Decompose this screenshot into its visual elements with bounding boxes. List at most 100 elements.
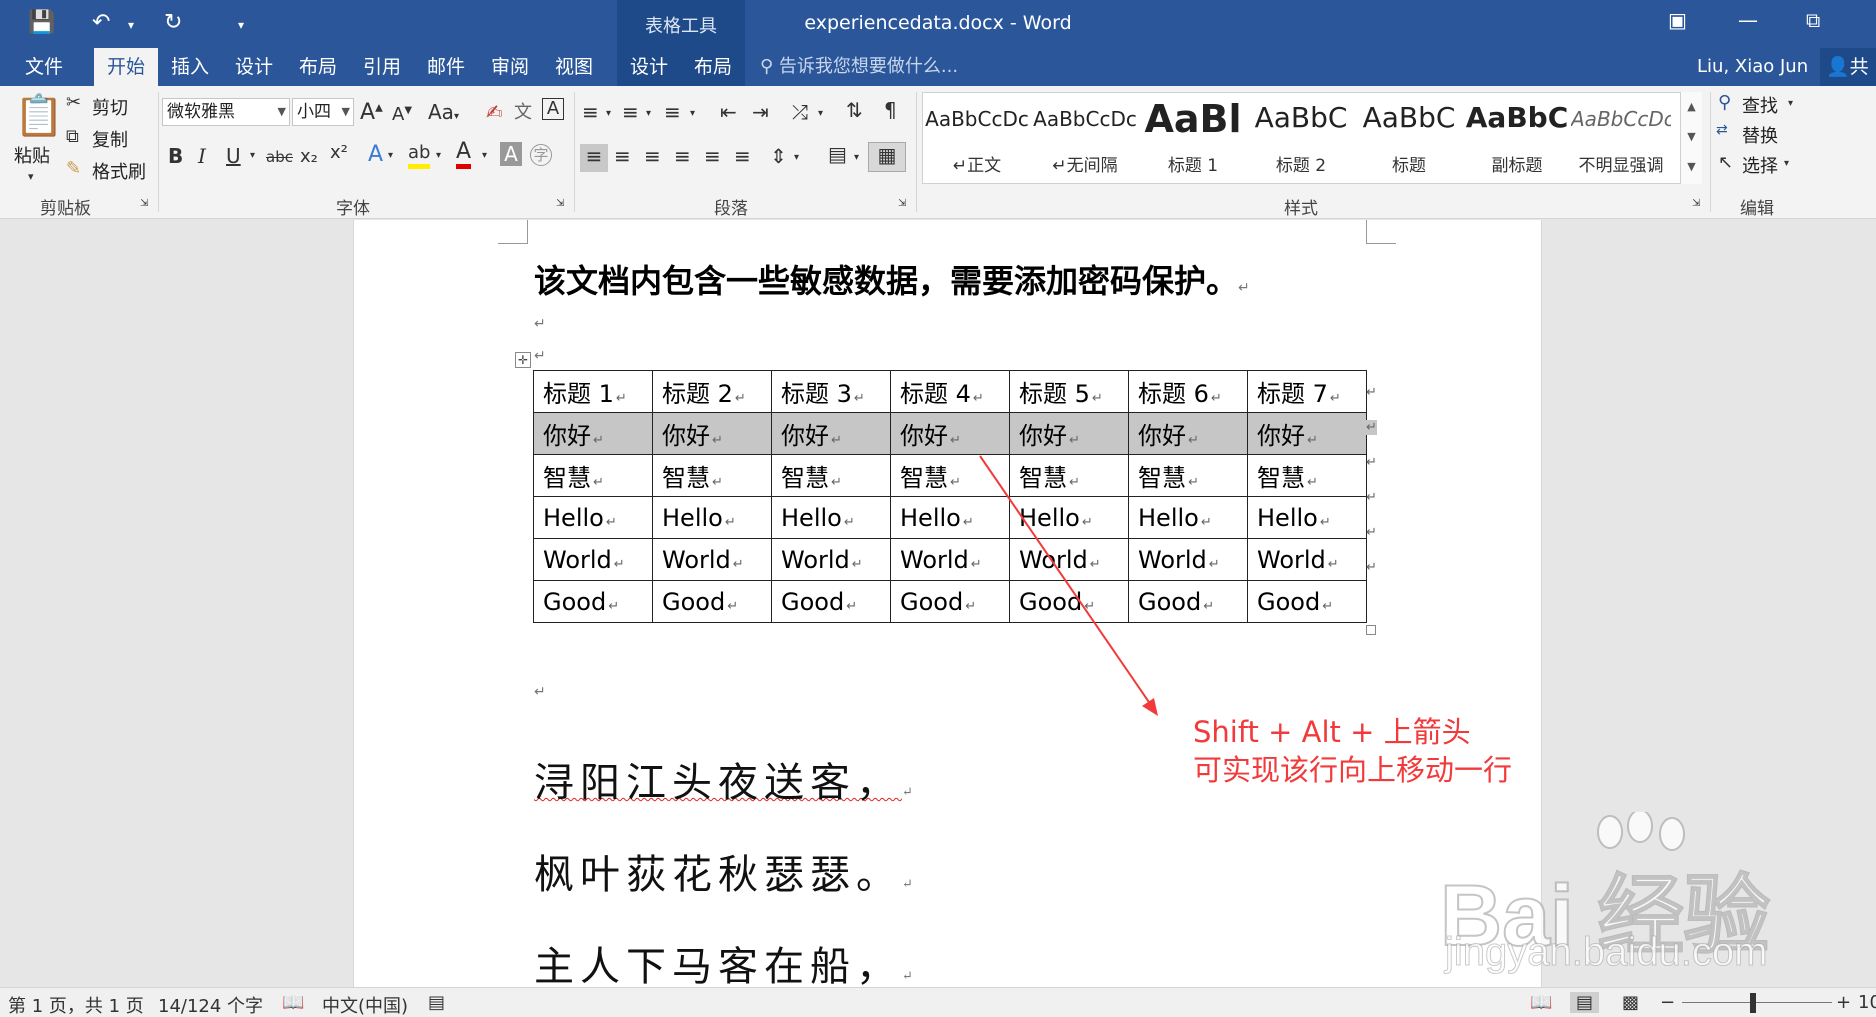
highlight-dropdown-icon[interactable]: ▾ <box>436 150 441 161</box>
format-painter-button[interactable]: 格式刷 <box>92 158 146 184</box>
language-indicator[interactable]: 中文(中国) <box>322 992 408 1017</box>
bullets-icon[interactable]: ≡ <box>582 100 599 124</box>
tab-home[interactable]: 开始 <box>94 48 158 86</box>
proofing-icon[interactable]: 📖 <box>282 992 304 1013</box>
multilevel-list-icon[interactable]: ≡ <box>664 100 681 124</box>
tab-mailings[interactable]: 邮件 <box>414 48 478 86</box>
numbering-dropdown-icon[interactable]: ▾ <box>646 108 651 119</box>
font-color-icon[interactable]: A <box>456 140 472 169</box>
increase-indent-icon[interactable]: ⇥ <box>752 100 769 124</box>
style-heading-1[interactable]: AaBl 标题 1 <box>1139 93 1247 183</box>
chinese-layout-icon[interactable]: ⤮ <box>792 100 808 124</box>
web-layout-icon[interactable]: ▩ <box>1622 992 1639 1013</box>
clipboard-launcher-icon[interactable]: ⇲ <box>140 198 148 209</box>
column-width-icon[interactable]: ≡ <box>734 144 751 168</box>
font-launcher-icon[interactable]: ⇲ <box>556 198 564 209</box>
line-spacing-dropdown-icon[interactable]: ▾ <box>794 152 799 163</box>
zoom-in-button[interactable]: + <box>1836 992 1851 1013</box>
italic-icon[interactable]: I <box>198 144 206 168</box>
superscript-icon[interactable]: x² <box>330 142 348 163</box>
font-color-dropdown-icon[interactable]: ▾ <box>482 150 487 161</box>
tab-design[interactable]: 设计 <box>222 48 286 86</box>
styles-up-icon[interactable]: ▲ <box>1681 92 1702 122</box>
word-count[interactable]: 14/124 个字 <box>158 992 263 1017</box>
distributed-icon[interactable]: ≡ <box>704 144 721 168</box>
shading-dropdown-icon[interactable]: ▾ <box>854 152 859 163</box>
styles-launcher-icon[interactable]: ⇲ <box>1692 198 1700 209</box>
chinese-layout-dropdown-icon[interactable]: ▾ <box>818 108 823 119</box>
cut-icon[interactable]: ✂ <box>66 92 81 113</box>
cut-button[interactable]: 剪切 <box>92 94 128 120</box>
copy-icon[interactable]: ⧉ <box>66 126 79 147</box>
borders-icon[interactable]: ▦ <box>868 142 906 172</box>
character-shading-icon[interactable]: A <box>500 142 522 166</box>
style-subtle-emphasis[interactable]: AaBbCcDc 不明显强调 <box>1571 93 1671 183</box>
find-button[interactable]: 查找 <box>1742 92 1778 118</box>
text-effects-dropdown-icon[interactable]: ▾ <box>388 150 393 161</box>
select-button[interactable]: 选择 <box>1742 152 1778 178</box>
underline-dropdown-icon[interactable]: ▾ <box>250 150 255 161</box>
paste-dropdown-icon[interactable]: ▾ <box>28 170 34 183</box>
read-mode-icon[interactable]: 📖 <box>1530 992 1552 1013</box>
tab-layout[interactable]: 布局 <box>286 48 350 86</box>
bullets-dropdown-icon[interactable]: ▾ <box>606 108 611 119</box>
page-count[interactable]: 第 1 页，共 1 页 <box>8 992 144 1017</box>
ribbon-display-options-icon[interactable]: ▣ <box>1668 8 1687 32</box>
style-title[interactable]: AaBbC 标题 <box>1355 93 1463 183</box>
paste-icon[interactable]: 📋 <box>14 92 64 139</box>
align-right-icon[interactable]: ≡ <box>644 144 661 168</box>
numbering-icon[interactable]: ≡ <box>622 100 639 124</box>
font-name-combo[interactable]: 微软雅黑 ▼ <box>162 98 290 126</box>
change-case-icon[interactable]: Aa▾ <box>428 100 459 124</box>
zoom-out-button[interactable]: − <box>1660 992 1675 1013</box>
print-layout-icon[interactable]: ▤ <box>1570 992 1600 1013</box>
character-border-icon[interactable]: A <box>542 98 564 120</box>
align-center-icon[interactable]: ≡ <box>614 144 631 168</box>
replace-icon[interactable]: ⇄ <box>1716 122 1728 138</box>
underline-icon[interactable]: U <box>226 144 241 168</box>
tab-insert[interactable]: 插入 <box>158 48 222 86</box>
zoom-level[interactable]: 10 <box>1858 992 1876 1013</box>
text-effects-icon[interactable]: A <box>368 142 383 167</box>
decrease-indent-icon[interactable]: ⇤ <box>720 100 737 124</box>
clear-formatting-icon[interactable]: ✍ <box>486 100 503 124</box>
paste-button[interactable]: 粘贴 <box>14 142 50 168</box>
font-size-dropdown-icon[interactable]: ▼ <box>342 99 350 125</box>
align-left-icon[interactable]: ≡ <box>580 144 608 172</box>
line-spacing-icon[interactable]: ⇕ <box>770 144 787 168</box>
show-marks-icon[interactable]: ¶ <box>884 98 897 122</box>
tab-file[interactable]: 文件 <box>12 48 76 86</box>
justify-icon[interactable]: ≡ <box>674 144 691 168</box>
user-name[interactable]: Liu, Xiao Jun <box>1697 48 1808 86</box>
tab-review[interactable]: 审阅 <box>478 48 542 86</box>
share-button[interactable]: 👤共 <box>1820 48 1876 86</box>
tab-view[interactable]: 视图 <box>542 48 606 86</box>
find-dropdown-icon[interactable]: ▾ <box>1788 98 1793 109</box>
select-icon[interactable]: ↖ <box>1718 152 1733 173</box>
grow-font-icon[interactable]: A▲ <box>360 100 383 125</box>
bold-icon[interactable]: B <box>168 144 183 168</box>
restore-icon[interactable]: ⧉ <box>1806 8 1820 32</box>
style-normal[interactable]: AaBbCcDc ↵正文 <box>923 93 1031 183</box>
strikethrough-icon[interactable]: abc <box>266 148 293 166</box>
tab-table-design[interactable]: 设计 <box>617 48 681 86</box>
styles-more-icon[interactable]: ▼ <box>1681 152 1702 182</box>
shrink-font-icon[interactable]: A▼ <box>392 104 412 125</box>
font-name-dropdown-icon[interactable]: ▼ <box>278 99 286 125</box>
phonetic-guide-icon[interactable]: 文 <box>514 98 532 124</box>
find-icon[interactable]: ⚲ <box>1718 92 1731 113</box>
replace-button[interactable]: 替换 <box>1742 122 1778 148</box>
tell-me-box[interactable]: ⚲ 告诉我您想要做什么... <box>760 48 958 86</box>
paragraph-launcher-icon[interactable]: ⇲ <box>898 198 906 209</box>
macro-recording-icon[interactable]: ▤ <box>428 992 445 1013</box>
zoom-slider-thumb[interactable] <box>1750 993 1756 1013</box>
shading-icon[interactable]: ▤ <box>828 142 847 166</box>
tab-table-layout[interactable]: 布局 <box>681 48 745 86</box>
subscript-icon[interactable]: x₂ <box>300 146 318 167</box>
enclose-characters-icon[interactable]: 字 <box>530 144 552 166</box>
highlight-icon[interactable]: ab <box>408 142 431 169</box>
tab-references[interactable]: 引用 <box>350 48 414 86</box>
select-dropdown-icon[interactable]: ▾ <box>1784 158 1789 169</box>
copy-button[interactable]: 复制 <box>92 126 128 152</box>
zoom-slider-track[interactable] <box>1682 1002 1832 1003</box>
